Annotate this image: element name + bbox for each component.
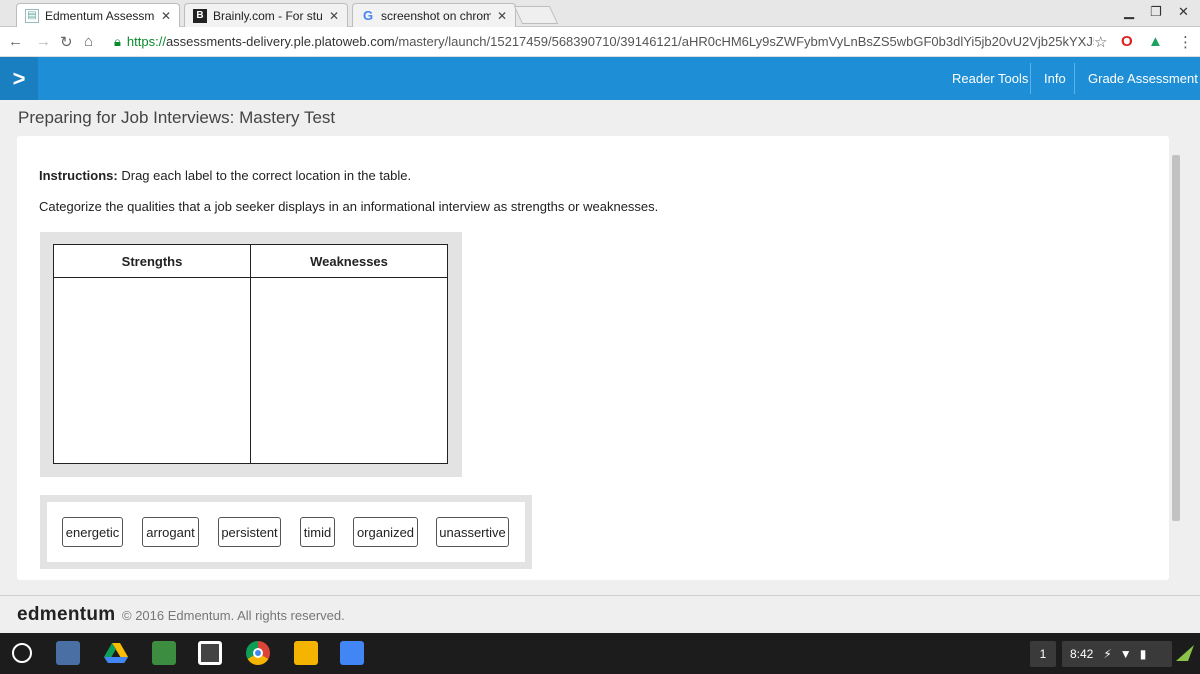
tab-title: screenshot on chromeb — [381, 8, 491, 23]
no-charge-icon: ⚡︎ — [1103, 647, 1112, 661]
drop-table: Strengths Weaknesses — [53, 244, 448, 464]
label-organized[interactable]: organized — [353, 517, 418, 547]
strengths-drop-zone[interactable] — [54, 278, 250, 464]
new-tab-button[interactable] — [513, 6, 559, 24]
instructions-label: Instructions: — [39, 168, 118, 183]
close-tab-icon[interactable]: ✕ — [329, 9, 339, 23]
classroom-app-icon[interactable] — [152, 641, 176, 665]
reader-tools-button[interactable]: Reader Tools — [952, 71, 1028, 86]
question-prompt: Categorize the qualities that a job seek… — [39, 199, 659, 214]
instructions-text: Drag each label to the correct location … — [121, 168, 412, 183]
tab-title: Brainly.com - For studen — [213, 8, 323, 23]
strengths-header: Strengths — [54, 245, 250, 278]
close-window-icon[interactable]: ✕ — [1178, 4, 1189, 20]
close-tab-icon[interactable]: ✕ — [161, 9, 171, 23]
docs-app-icon[interactable] — [340, 641, 364, 665]
user-avatar-icon[interactable] — [1174, 641, 1196, 665]
tab-title: Edmentum Assessment — [45, 8, 155, 23]
system-tray[interactable]: 8:42 ⚡︎ ▼ ▮ — [1062, 641, 1172, 667]
home-icon[interactable]: ⌂ — [84, 33, 93, 50]
lock-icon: 🔒︎ — [114, 34, 121, 49]
tab-google[interactable]: G screenshot on chromeb ✕ — [352, 3, 516, 27]
url-host: assessments-delivery.ple.platoweb.com — [165, 34, 395, 49]
opera-extension-icon[interactable]: O — [1121, 33, 1133, 50]
close-tab-icon[interactable]: ✕ — [497, 9, 507, 23]
weaknesses-column: Weaknesses — [251, 245, 447, 463]
launcher-icon[interactable] — [12, 643, 32, 663]
label-timid[interactable]: timid — [300, 517, 335, 547]
divider — [1074, 63, 1075, 94]
chrome-app-icon[interactable] — [246, 641, 270, 665]
weaknesses-drop-zone[interactable] — [251, 278, 447, 464]
weaknesses-header: Weaknesses — [251, 245, 447, 278]
minimize-icon[interactable]: ▁ — [1124, 4, 1134, 20]
assessment-header-bar: > Reader Tools Info Grade Assessment — [0, 57, 1200, 100]
chrome-menu-icon[interactable]: ⋮ — [1178, 33, 1193, 51]
expand-menu-button[interactable]: > — [0, 57, 38, 100]
calculator-app-icon[interactable] — [56, 641, 80, 665]
google-favicon-icon: G — [362, 8, 374, 23]
url-path: /mastery/launch/15217459/568390710/39146… — [394, 34, 1094, 49]
tab-edmentum[interactable]: ▤ Edmentum Assessment ✕ — [16, 3, 180, 27]
battery-icon: ▮ — [1139, 647, 1147, 661]
label-unassertive[interactable]: unassertive — [436, 517, 509, 547]
keep-app-icon[interactable] — [294, 641, 318, 665]
forward-icon[interactable]: → — [36, 33, 51, 50]
google-drive-app-icon[interactable] — [104, 641, 128, 665]
label-arrogant[interactable]: arrogant — [142, 517, 199, 547]
label-energetic[interactable]: energetic — [62, 517, 123, 547]
tab-brainly[interactable]: B Brainly.com - For studen ✕ — [184, 3, 348, 27]
screencast-app-icon[interactable] — [198, 641, 222, 665]
drive-extension-icon[interactable]: ▲ — [1148, 33, 1163, 50]
notification-count-badge[interactable]: 1 — [1030, 641, 1056, 667]
browser-toolbar: ← → ↻ ⌂ 🔒︎ https://assessments-delivery.p… — [0, 27, 1200, 57]
chromeos-shelf: 1 8:42 ⚡︎ ▼ ▮ — [0, 633, 1200, 674]
url-scheme: https:// — [126, 34, 166, 49]
edmentum-favicon-icon: ▤ — [25, 8, 39, 23]
grade-assessment-button[interactable]: Grade Assessment — [1088, 71, 1198, 86]
wifi-icon: ▼ — [1119, 647, 1132, 661]
edmentum-logo: edmentum — [17, 604, 116, 625]
address-bar[interactable]: 🔒︎ https://assessments-delivery.ple.plato… — [114, 34, 1094, 50]
instructions: Instructions: Drag each label to the cor… — [39, 168, 411, 183]
footer-divider — [0, 595, 1200, 596]
divider — [1030, 63, 1031, 94]
restore-icon[interactable]: ❐ — [1150, 4, 1162, 20]
label-persistent[interactable]: persistent — [218, 517, 281, 547]
browser-tab-strip: ▤ Edmentum Assessment ✕ B Brainly.com - … — [0, 0, 1200, 27]
page-title: Preparing for Job Interviews: Mastery Te… — [18, 108, 336, 127]
copyright-text: © 2016 Edmentum. All rights reserved. — [122, 608, 345, 623]
back-icon[interactable]: ← — [8, 33, 23, 50]
info-button[interactable]: Info — [1044, 71, 1066, 86]
reload-icon[interactable]: ↻ — [60, 33, 73, 51]
clock-time: 8:42 — [1070, 647, 1094, 661]
bookmark-star-icon[interactable]: ☆ — [1094, 33, 1107, 51]
brainly-favicon-icon: B — [193, 8, 207, 23]
scrollbar[interactable] — [1172, 155, 1180, 521]
strengths-column: Strengths — [54, 245, 251, 463]
